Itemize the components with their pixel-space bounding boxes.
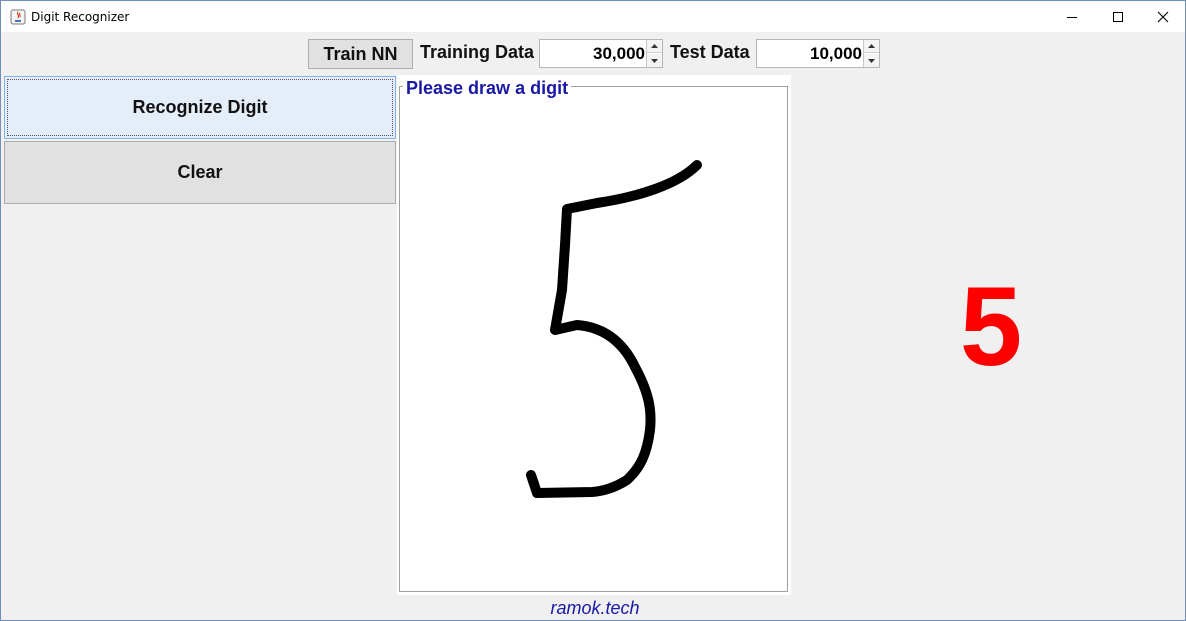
test-data-increment-button[interactable] bbox=[864, 40, 879, 53]
training-data-spin-arrows bbox=[646, 40, 662, 67]
training-data-label: Training Data bbox=[420, 42, 535, 62]
test-data-spin-arrows bbox=[863, 40, 879, 67]
minimize-button[interactable] bbox=[1049, 1, 1095, 32]
test-data-label: Test Data bbox=[670, 42, 750, 62]
test-data-value[interactable]: 10,000 bbox=[810, 44, 862, 64]
test-data-spinner[interactable]: 10,000 bbox=[756, 39, 880, 68]
java-app-icon bbox=[10, 9, 26, 25]
maximize-button[interactable] bbox=[1095, 1, 1141, 32]
training-data-value[interactable]: 30,000 bbox=[593, 44, 645, 64]
chevron-down-icon bbox=[651, 58, 658, 63]
training-data-decrement-button[interactable] bbox=[647, 54, 662, 67]
train-nn-button[interactable]: Train NN bbox=[308, 39, 413, 69]
maximize-icon bbox=[1113, 11, 1123, 22]
chevron-up-icon bbox=[651, 44, 658, 48]
title-bar[interactable]: Digit Recognizer bbox=[1, 1, 1185, 32]
training-data-spinner[interactable]: 30,000 bbox=[539, 39, 663, 68]
drawing-panel[interactable]: Please draw a digit bbox=[397, 75, 791, 595]
minimize-icon bbox=[1067, 16, 1077, 18]
training-data-increment-button[interactable] bbox=[647, 40, 662, 53]
drawing-canvas[interactable] bbox=[397, 75, 791, 595]
app-window: Digit Recognizer Train NN Training Data … bbox=[0, 0, 1186, 621]
window-title: Digit Recognizer bbox=[31, 10, 130, 24]
chevron-down-icon bbox=[868, 58, 875, 63]
drawn-stroke bbox=[526, 160, 702, 498]
clear-button[interactable]: Clear bbox=[4, 141, 396, 204]
close-icon bbox=[1157, 11, 1169, 22]
drawing-panel-title: Please draw a digit bbox=[403, 78, 572, 99]
chevron-up-icon bbox=[868, 44, 875, 48]
recognize-digit-button[interactable]: Recognize Digit bbox=[4, 76, 396, 139]
recognized-digit: 5 bbox=[959, 264, 1023, 389]
footer-credit: ramok.tech bbox=[550, 598, 640, 618]
test-data-decrement-button[interactable] bbox=[864, 54, 879, 67]
close-button[interactable] bbox=[1140, 1, 1186, 32]
